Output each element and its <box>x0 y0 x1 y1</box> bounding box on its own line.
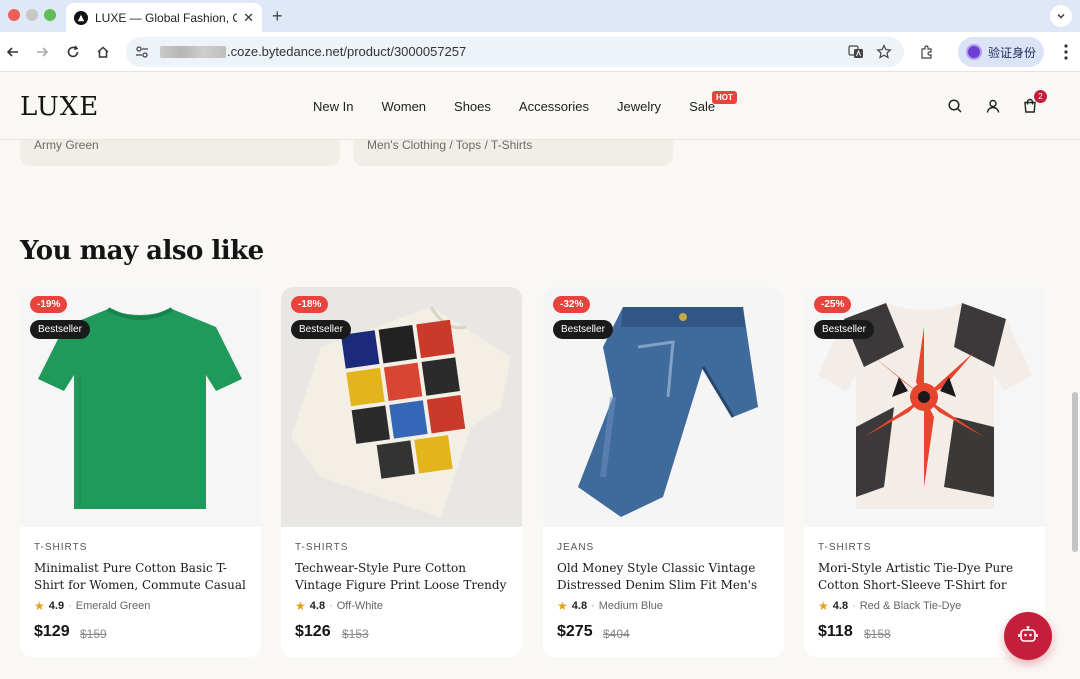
tab-title: LUXE — Global Fashion, Cura <box>95 10 238 25</box>
product-category: JEANS <box>557 542 595 553</box>
rating-value: 4.8 <box>309 600 326 612</box>
product-rating: ★ 4.8 · Red & Black Tie-Dye <box>818 599 961 613</box>
product-name[interactable]: Old Money Style Classic Vintage Distress… <box>557 560 773 594</box>
product-rating: ★ 4.9 · Emerald Green <box>34 599 150 613</box>
star-icon: ★ <box>34 599 45 613</box>
url-text: .coze.bytedance.net/product/3000057257 <box>227 44 467 59</box>
product-rating: ★ 4.8 · Medium Blue <box>557 599 663 613</box>
discount-badge: -18% <box>291 296 329 313</box>
product-price: $275 <box>557 623 593 640</box>
account-icon[interactable] <box>985 98 1001 114</box>
browser-tab[interactable]: LUXE — Global Fashion, Cura ✕ <box>66 3 262 32</box>
forward-icon[interactable] <box>33 43 51 61</box>
page-scrollbar[interactable] <box>1072 392 1078 552</box>
site-info-icon[interactable] <box>134 44 150 60</box>
product-price: $126 <box>295 623 331 640</box>
verify-identity-button[interactable]: 验证身份 <box>958 37 1044 67</box>
maximize-window-button[interactable] <box>44 9 56 21</box>
new-tab-icon[interactable]: + <box>272 6 283 27</box>
verify-identity-label: 验证身份 <box>988 45 1037 60</box>
favicon-icon <box>74 10 88 25</box>
close-window-button[interactable] <box>8 9 20 21</box>
nav-accessories[interactable]: Accessories <box>519 99 589 114</box>
home-icon[interactable] <box>94 43 112 61</box>
product-old-price: $404 <box>603 627 630 641</box>
bestseller-badge: Bestseller <box>814 320 874 339</box>
product-category: T-SHIRTS <box>34 542 88 553</box>
product-name[interactable]: Minimalist Pure Cotton Basic T-Shirt for… <box>34 560 250 594</box>
search-icon[interactable] <box>947 98 963 114</box>
profile-avatar <box>966 44 982 60</box>
product-name[interactable]: Mori-Style Artistic Tie-Dye Pure Cotton … <box>818 560 1034 594</box>
tab-search-icon[interactable] <box>1050 5 1072 27</box>
discount-badge: -25% <box>814 296 852 313</box>
product-price: $129 <box>34 623 70 640</box>
reload-icon[interactable] <box>64 43 82 61</box>
robot-icon <box>1018 624 1038 649</box>
nav-new-in[interactable]: New In <box>313 99 353 114</box>
browser-toolbar: .coze.bytedance.net/product/3000057257 验… <box>0 32 1080 72</box>
star-icon: ★ <box>818 599 829 613</box>
product-name[interactable]: Techwear-Style Pure Cotton Vintage Figur… <box>295 560 511 594</box>
translate-icon[interactable] <box>848 44 864 60</box>
product-card[interactable]: -19% Bestseller T-SHIRTS Minimalist Pure… <box>20 287 261 657</box>
discount-badge: -32% <box>553 296 591 313</box>
site-header: LUXE New In Women Shoes Accessories Jewe… <box>0 72 1080 140</box>
bestseller-badge: Bestseller <box>553 320 613 339</box>
bookmark-star-icon[interactable] <box>876 44 892 60</box>
site-logo[interactable]: LUXE <box>20 92 99 122</box>
product-card[interactable]: -32% Bestseller JEANS Old Money Style Cl… <box>543 287 784 657</box>
product-color: Emerald Green <box>75 600 151 612</box>
product-rating: ★ 4.8 · Off-White <box>295 599 383 613</box>
product-card[interactable]: -25% Bestseller T-SHIRTS Mori-Style Arti… <box>804 287 1045 657</box>
separator-dot: · <box>852 600 856 612</box>
main-nav: New In Women Shoes Accessories Jewelry S… <box>313 99 743 114</box>
separator-dot: · <box>591 600 595 612</box>
product-old-price: $158 <box>864 627 891 641</box>
product-old-price: $153 <box>342 627 369 641</box>
bestseller-badge: Bestseller <box>291 320 351 339</box>
cart-count-badge: 2 <box>1034 90 1047 103</box>
product-category: T-SHIRTS <box>818 542 872 553</box>
star-icon: ★ <box>557 599 568 613</box>
bestseller-badge: Bestseller <box>30 320 90 339</box>
minimize-window-button[interactable] <box>26 9 38 21</box>
spec-category-value: Men's Clothing / Tops / T-Shirts <box>367 138 533 152</box>
product-category: T-SHIRTS <box>295 542 349 553</box>
back-icon[interactable] <box>4 43 22 61</box>
redacted-url-part <box>160 46 226 58</box>
separator-dot: · <box>329 600 333 612</box>
product-price: $118 <box>818 623 853 640</box>
close-tab-icon[interactable]: ✕ <box>243 10 254 26</box>
rating-value: 4.8 <box>832 600 849 612</box>
separator-dot: · <box>68 600 72 612</box>
spec-color-value: Army Green <box>34 138 99 152</box>
address-bar[interactable]: .coze.bytedance.net/product/3000057257 <box>126 37 904 67</box>
star-icon: ★ <box>295 599 306 613</box>
browser-menu-icon[interactable] <box>1064 44 1068 65</box>
nav-jewelry[interactable]: Jewelry <box>617 99 661 114</box>
rating-value: 4.8 <box>571 600 588 612</box>
discount-badge: -19% <box>30 296 68 313</box>
nav-shoes[interactable]: Shoes <box>454 99 491 114</box>
product-color: Medium Blue <box>598 600 663 612</box>
product-color: Red & Black Tie-Dye <box>859 600 962 612</box>
rating-value: 4.9 <box>48 600 65 612</box>
extensions-icon[interactable] <box>918 43 936 61</box>
browser-tab-bar: LUXE — Global Fashion, Cura ✕ + <box>0 0 1080 32</box>
hot-badge: HOT <box>712 91 737 104</box>
chat-assistant-button[interactable] <box>1004 612 1052 660</box>
product-color: Off-White <box>336 600 383 612</box>
product-card[interactable]: -18% Bestseller T-SHIRTS Techwear-Style … <box>281 287 522 657</box>
nav-women[interactable]: Women <box>381 99 426 114</box>
product-old-price: $159 <box>80 627 107 641</box>
section-title: You may also like <box>20 236 264 266</box>
